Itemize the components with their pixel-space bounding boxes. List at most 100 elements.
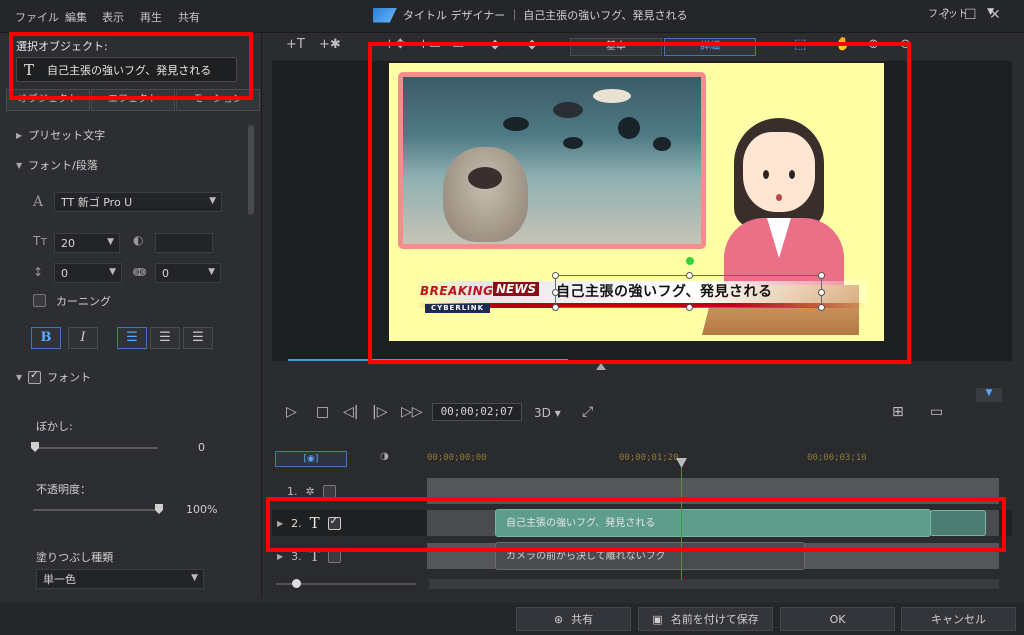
align-objects-icon[interactable]: ▭ [452,37,464,52]
fast-forward-icon[interactable]: ▷▷ [401,404,423,420]
insert-title-icon[interactable]: +T [286,37,305,52]
resize-handle[interactable] [686,272,693,279]
save-as-button-label: 名前を付けて保存 [670,613,759,626]
news-anchor-illustration[interactable] [724,118,844,308]
font-icon: A [33,194,44,210]
play-icon[interactable]: ▷ [286,404,297,420]
blur-slider-knob[interactable] [31,442,39,452]
timeline-zoom-icon[interactable]: ◑ [380,451,389,462]
timeline-zoom-knob[interactable] [292,579,301,588]
track-3-visible-checkbox[interactable] [327,549,341,563]
expand-panel-icon[interactable]: ▼ [976,388,1002,402]
opacity-slider-track[interactable] [33,509,158,511]
prev-frame-icon[interactable]: ◁| [343,404,358,420]
tab-detail[interactable]: 詳細 [664,38,756,56]
panel-scrollbar[interactable] [248,125,254,215]
color-picker-icon[interactable]: ◐ [133,233,143,247]
safe-area-icon[interactable]: ▭ [930,404,943,420]
resize-handle[interactable] [818,289,825,296]
menu-share[interactable]: 共有 [178,9,200,25]
order-forward-icon[interactable]: ◆ [490,37,500,52]
title-canvas[interactable]: BREAKING NEWS CYBERLINK 自己主張の強いフグ、発見される [389,63,884,341]
cyberlink-text[interactable]: CYBERLINK [425,304,491,313]
insert-shape-icon[interactable]: +▭ [418,37,441,52]
resize-handle[interactable] [552,304,559,311]
timeline-ruler[interactable]: 00;00;00;00 00;00;01;20 00;00;03;10 [427,447,999,465]
resize-handle[interactable] [552,289,559,296]
hand-tool-icon[interactable]: ✋ [835,37,851,52]
font-paragraph-section-header[interactable]: ▼ フォント/段落 [16,157,98,173]
align-right-button[interactable]: ☰ [183,327,213,349]
char-spacing-select[interactable]: 0 ▼ [155,263,221,283]
track-index: 1. [287,484,298,498]
track-2-lane[interactable]: 自己主張の強いフグ、発見される [427,509,999,537]
blur-slider-track[interactable] [33,447,158,449]
zoom-out-icon[interactable]: ⊖ [900,37,911,52]
preset-section-header[interactable]: ▶ プリセット文字 [16,127,105,143]
track-3-lane[interactable]: カメラの前から決して離れないフグ [427,542,999,570]
track-2-visible-checkbox[interactable]: ✓ [327,516,341,530]
zoom-in-icon[interactable]: ⊕ [868,37,879,52]
fullscreen-icon[interactable]: ⤢ [582,404,593,420]
zoom-fit-select[interactable]: フィット ▼ [928,5,1008,23]
selected-object-field[interactable]: T 自己主張の強いフグ、発見される [16,57,237,82]
tab-object[interactable]: オブジェクト [6,89,90,111]
bold-button[interactable]: B [31,327,61,349]
breaking-text[interactable]: BREAKING [420,284,494,298]
timeline-fit-button[interactable]: [◉] [275,451,347,467]
zoom-fit-value: フィット [928,9,968,20]
font-color-field[interactable] [155,233,213,253]
cancel-button[interactable]: キャンセル [901,607,1016,631]
ok-button[interactable]: OK [780,607,895,631]
select-tool-icon[interactable]: ⬚ [794,37,806,52]
menu-play[interactable]: 再生 [140,9,162,25]
font-size-select[interactable]: 20 ▼ [54,233,120,253]
stop-icon[interactable]: □ [316,404,329,420]
preview-scrubber-icon[interactable] [596,363,606,370]
title-clip-sub[interactable]: カメラの前から決して離れないフグ [495,542,805,570]
grid-icon[interactable]: ⊞ [892,404,904,420]
share-button[interactable]: ⊛ 共有 [516,607,631,631]
timecode-display[interactable]: 00;00;02;07 [432,403,522,421]
tab-motion[interactable]: モーション [176,89,260,111]
align-left-button[interactable]: ☰ [117,327,147,349]
resize-handle[interactable] [686,304,693,311]
track-1-lane[interactable] [427,478,999,504]
opacity-slider-knob[interactable] [155,504,163,514]
fill-type-select[interactable]: 単一色 ▼ [36,569,204,589]
font-fill-checkbox[interactable]: ✓ [28,370,42,384]
insert-image-icon[interactable]: +✥ [384,37,406,52]
3d-mode-toggle[interactable]: 3D ▾ [534,406,561,420]
track-1-visible-checkbox[interactable] [322,484,336,498]
news-text[interactable]: NEWS [493,282,540,296]
tab-effect[interactable]: エフェクト [91,89,175,111]
next-frame-icon[interactable]: |▷ [372,404,387,420]
italic-button[interactable]: I [68,327,98,349]
save-as-button[interactable]: ▣ 名前を付けて保存 [638,607,773,631]
order-backward-icon[interactable]: ◆ [527,37,537,52]
pufferfish-video-frame[interactable] [398,72,706,249]
menu-file[interactable]: ファイル [15,9,59,25]
resize-handle[interactable] [818,304,825,311]
resize-handle[interactable] [552,272,559,279]
tab-basic[interactable]: 基本 [570,38,662,56]
kerning-checkbox[interactable] [33,294,46,307]
menu-view[interactable]: 表示 [102,9,124,25]
track-index: 3. [291,549,302,563]
timeline-scrollbar[interactable] [429,579,999,589]
align-center-button[interactable]: ☰ [150,327,180,349]
menu-edit[interactable]: 編集 [65,9,87,25]
font-name-select[interactable]: TT 新ゴ Pro U ▼ [54,192,222,212]
selected-object-value: 自己主張の強いフグ、発見される [47,63,212,77]
chevron-right-icon[interactable]: ▶ [277,519,283,528]
font-fill-section-header[interactable]: ▼ ✓ フォント [16,369,91,385]
share-button-label: 共有 [571,613,594,626]
line-spacing-select[interactable]: 0 ▼ [54,263,122,283]
title-clip-tail[interactable] [930,510,986,536]
resize-handle[interactable] [818,272,825,279]
chevron-right-icon[interactable]: ▶ [277,552,283,561]
title-clip-main[interactable]: 自己主張の強いフグ、発見される [495,509,931,537]
insert-particle-icon[interactable]: +✱ [319,37,341,52]
opacity-label: 不透明度： [36,483,91,496]
rotation-handle[interactable] [686,257,694,265]
